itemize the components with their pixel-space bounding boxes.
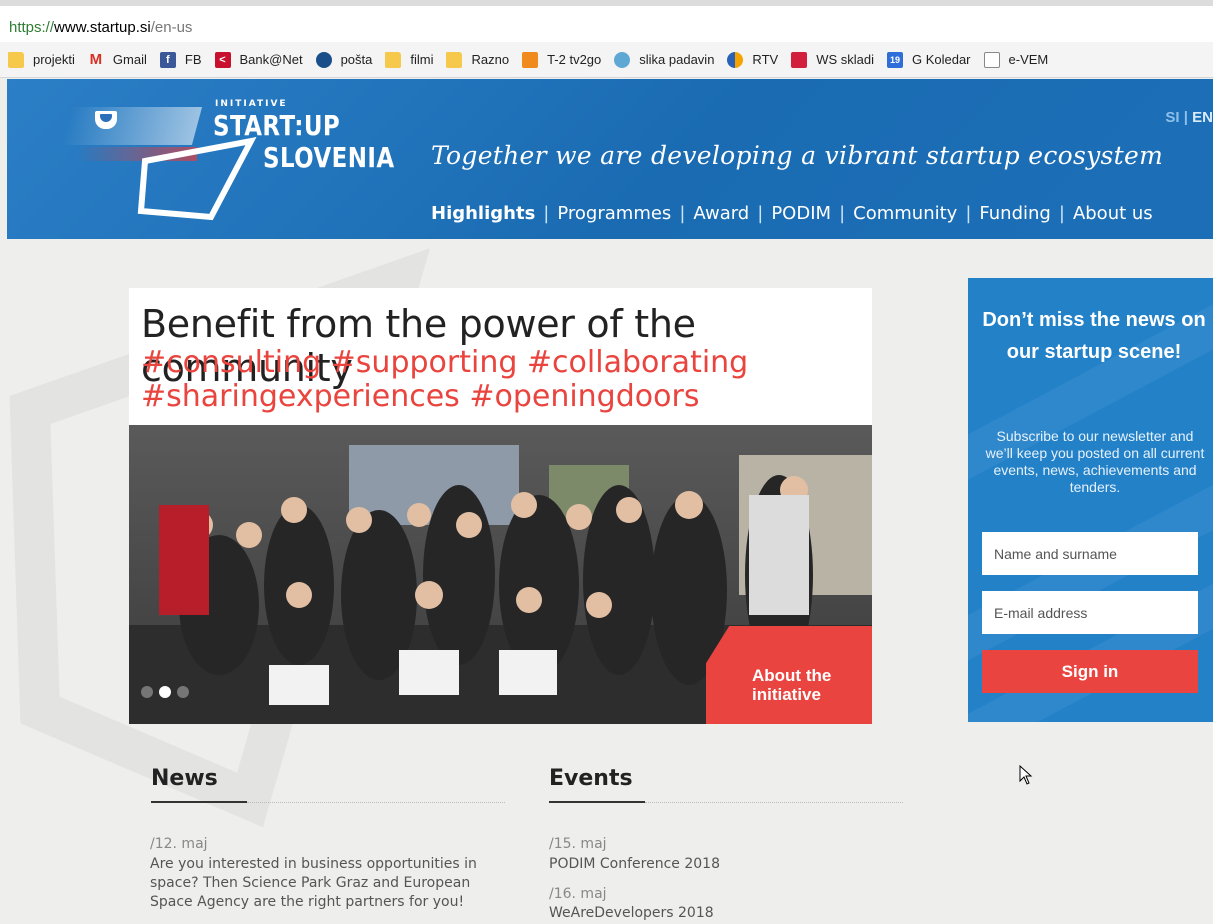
nav-separator: |: [839, 203, 846, 224]
hero-slider[interactable]: Benefit from the power of the community …: [129, 288, 872, 724]
url-text[interactable]: https://www.startup.si/en-us: [9, 19, 192, 36]
lang-en[interactable]: EN: [1192, 109, 1213, 126]
hero-hashtags: #consulting #supporting #collaborating #…: [141, 345, 749, 414]
bank-icon: <: [214, 51, 231, 68]
bookmark-label: pošta: [340, 52, 373, 67]
posta-icon: [315, 51, 332, 68]
lang-si[interactable]: SI: [1165, 109, 1179, 126]
bookmark-e-vem[interactable]: e-VEM: [983, 51, 1049, 68]
bookmark-label: projekti: [33, 52, 75, 67]
folder-icon: [446, 51, 463, 68]
bookmark-label: Gmail: [112, 52, 147, 67]
lang-separator: |: [1183, 109, 1188, 126]
slider-dots: [141, 686, 189, 698]
bookmark-rtv[interactable]: RTV: [727, 51, 779, 68]
url-path: /en-us: [150, 19, 193, 36]
nav-about-us[interactable]: About us: [1073, 203, 1153, 224]
nav-award[interactable]: Award: [693, 203, 749, 224]
logo-startup[interactable]: START:UP: [213, 109, 340, 142]
bookmarks-bar: projekti M Gmail f FB < Bank@Net pošta film…: [0, 42, 1213, 78]
nav-highlights[interactable]: Highlights: [431, 203, 535, 224]
nav-separator: |: [679, 203, 686, 224]
bookmark-filmi[interactable]: filmi: [385, 51, 434, 68]
url-scheme: https://: [9, 19, 55, 36]
event-date: /15. maj: [549, 836, 607, 852]
bookmark-fb[interactable]: f FB: [159, 51, 202, 68]
hero-photo: About the initiative: [129, 425, 872, 724]
bookmark-label: WS skladi: [816, 52, 874, 67]
slider-dot-active[interactable]: [159, 686, 171, 698]
newsletter-title: Don’t miss the news on our startup scene…: [982, 309, 1206, 363]
address-bar[interactable]: https://www.startup.si/en-us: [0, 0, 1213, 42]
logo-slovenia[interactable]: SLOVENIA: [263, 141, 395, 174]
rtv-icon: [727, 51, 744, 68]
bookmark-g-koledar[interactable]: 19 G Koledar: [886, 51, 971, 68]
bookmark-label: RTV: [752, 52, 779, 67]
bookmark-label: G Koledar: [911, 52, 971, 67]
site-header: INITIATIVE START:UP SLOVENIA SI | EN Tog…: [7, 79, 1213, 239]
news-date: /12. maj: [150, 836, 208, 852]
calendar-icon: 19: [886, 51, 903, 68]
bookmark-razno[interactable]: Razno: [446, 51, 510, 68]
gmail-icon: M: [89, 50, 103, 68]
folder-icon: [385, 51, 402, 68]
bookmark-gmail[interactable]: M Gmail: [88, 50, 147, 68]
nav-separator: |: [757, 203, 764, 224]
slider-dot[interactable]: [177, 686, 189, 698]
document-icon: [983, 51, 1000, 68]
bookmark-ws-skladi[interactable]: WS skladi: [791, 51, 874, 68]
folder-icon: [8, 51, 24, 68]
bookmark-label: Razno: [471, 52, 510, 67]
bookmark-posta[interactable]: pošta: [315, 51, 373, 68]
event-date: /16. maj: [549, 886, 607, 902]
bookmark-label: Bank@Net: [239, 52, 303, 67]
mouse-cursor-icon: [1019, 765, 1033, 785]
tv-icon: [522, 51, 539, 68]
slider-dot[interactable]: [141, 686, 153, 698]
about-initiative-button[interactable]: About the initiative: [706, 626, 872, 724]
news-heading[interactable]: News: [151, 766, 218, 791]
news-heading-underline: [151, 801, 247, 803]
email-field[interactable]: [982, 591, 1198, 634]
slovenia-shield-icon: [95, 111, 117, 129]
language-switcher: SI | EN: [1165, 109, 1213, 126]
nav-separator: |: [543, 203, 550, 224]
bookmark-label: e-VEM: [1008, 52, 1049, 67]
sign-in-button[interactable]: Sign in: [982, 650, 1198, 693]
bookmark-t2[interactable]: T-2 tv2go: [522, 51, 602, 68]
url-host: www.startup.si: [54, 19, 151, 36]
nav-separator: |: [965, 203, 972, 224]
ws-icon: [791, 51, 808, 68]
facebook-icon: f: [159, 51, 176, 68]
nav-funding[interactable]: Funding: [979, 203, 1050, 224]
weather-icon: [614, 51, 631, 68]
main-nav: Highlights | Programmes | Award | PODIM …: [431, 203, 1153, 224]
event-item-link[interactable]: PODIM Conference 2018: [549, 855, 720, 874]
bookmark-label: FB: [184, 52, 202, 67]
name-field[interactable]: [982, 532, 1198, 575]
bookmark-label: filmi: [410, 52, 434, 67]
events-divider: [645, 802, 903, 803]
nav-separator: |: [1058, 203, 1065, 224]
newsletter-text: Subscribe to our newsletter and we’ll ke…: [985, 428, 1205, 495]
bookmark-projekti[interactable]: projekti: [8, 51, 75, 68]
logo-outline-icon: [137, 136, 257, 221]
bookmark-label: slika padavin: [639, 52, 715, 67]
news-divider: [247, 802, 505, 803]
bookmark-banknet[interactable]: < Bank@Net: [214, 51, 303, 68]
logo-initiative[interactable]: INITIATIVE: [215, 99, 288, 109]
nav-programmes[interactable]: Programmes: [557, 203, 671, 224]
events-heading[interactable]: Events: [549, 766, 633, 791]
tagline: Together we are developing a vibrant sta…: [431, 141, 1164, 170]
bookmark-slika-padavin[interactable]: slika padavin: [614, 51, 715, 68]
nav-community[interactable]: Community: [853, 203, 957, 224]
bookmark-label: T-2 tv2go: [547, 52, 602, 67]
event-item-link[interactable]: WeAreDevelopers 2018: [549, 904, 714, 923]
events-heading-underline: [549, 801, 645, 803]
newsletter-panel: Don’t miss the news on our startup scene…: [968, 278, 1213, 722]
news-item-link[interactable]: Are you interested in business opportuni…: [150, 855, 495, 912]
nav-podim[interactable]: PODIM: [771, 203, 831, 224]
